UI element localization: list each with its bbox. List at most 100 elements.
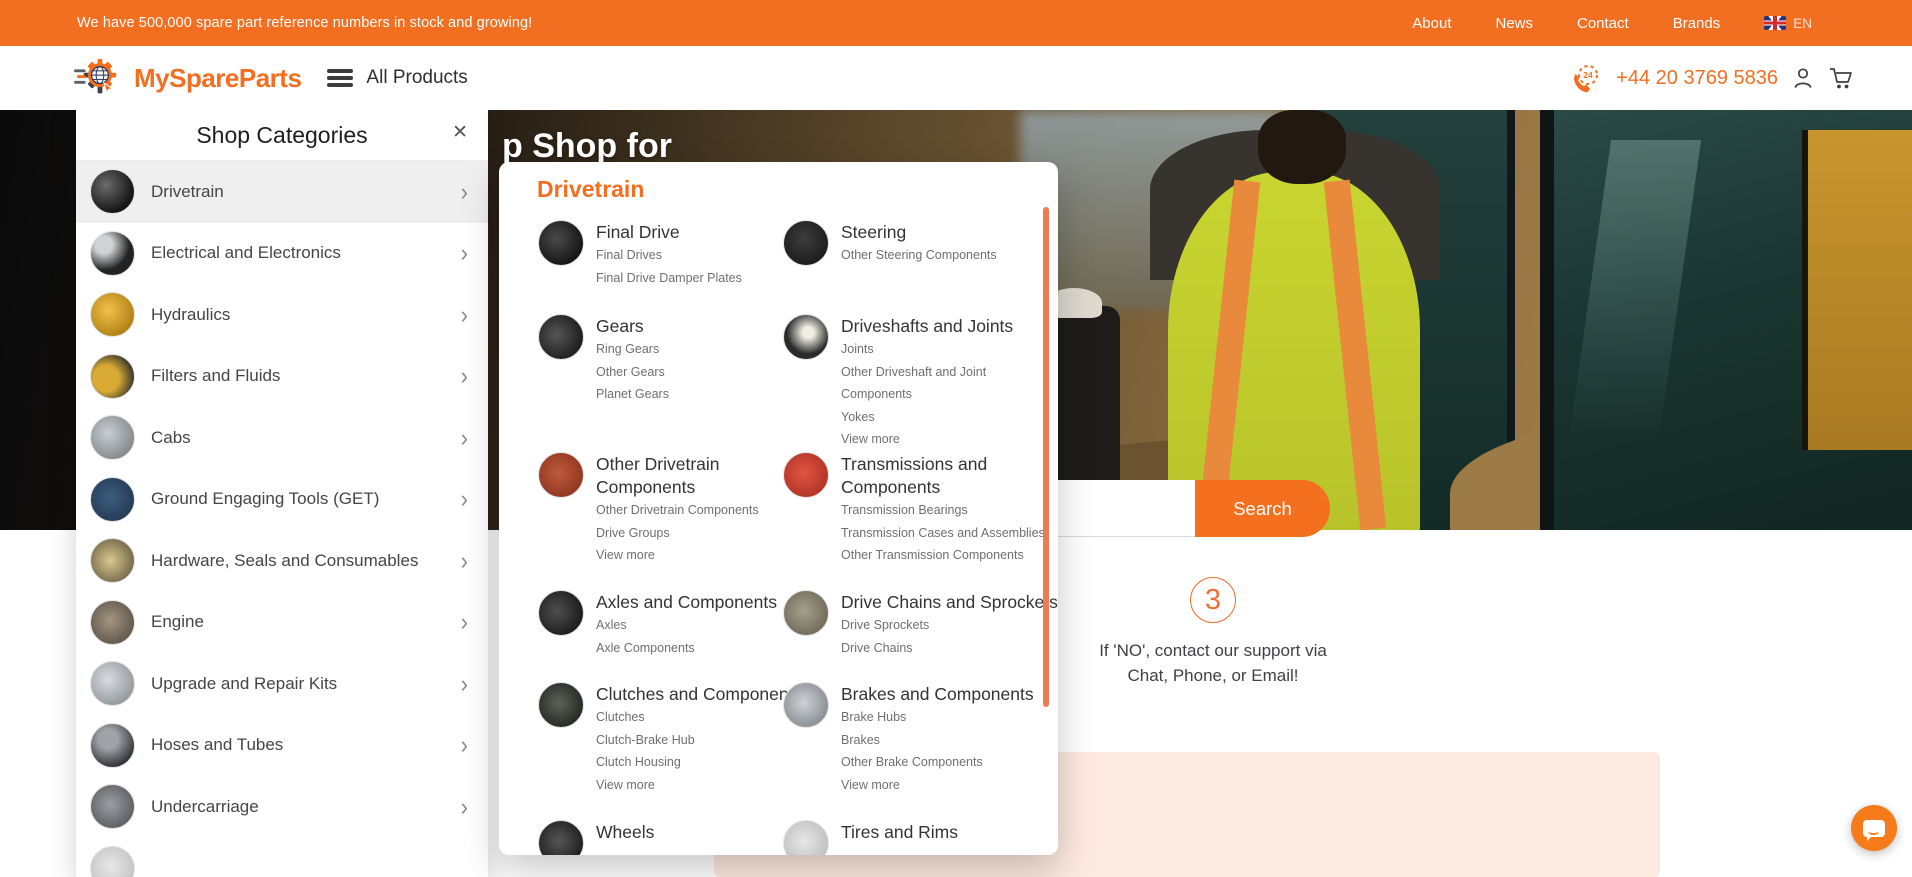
sidebar-item-ground-engaging-tools[interactable]: Ground Engaging Tools (GET) › — [76, 469, 488, 531]
account-icon[interactable] — [1791, 66, 1815, 90]
group-axles-and-components[interactable]: Axles and Components Axles Axle Componen… — [538, 590, 777, 659]
announcement-bar: We have 500,000 spare part reference num… — [0, 0, 1912, 46]
subcategory-link[interactable]: Final Drive Damper Plates — [596, 267, 742, 290]
hero-worker-head — [1258, 110, 1346, 184]
flyout-title: Drivetrain — [537, 176, 645, 202]
subcategory-link[interactable]: Transmission Bearings — [841, 499, 1045, 522]
subcategory-link[interactable]: Brakes — [841, 729, 1034, 752]
sidebar-item-partial[interactable] — [76, 838, 488, 877]
clutches-thumb-icon — [538, 682, 584, 728]
group-title[interactable]: Drive Chains and Sprockets — [841, 591, 1058, 614]
language-selector[interactable]: EN — [1764, 16, 1812, 31]
nav-link-contact[interactable]: Contact — [1577, 15, 1629, 32]
group-wheels[interactable]: Wheels — [538, 820, 654, 855]
group-title[interactable]: Final Drive — [596, 221, 742, 244]
subcategory-link[interactable]: Clutch Housing — [596, 751, 802, 774]
group-title[interactable]: Driveshafts and Joints — [841, 315, 1058, 338]
subcategory-link[interactable]: Other Transmission Components — [841, 544, 1045, 567]
subcategory-link[interactable]: Other Drivetrain Components — [596, 499, 771, 522]
view-more-link[interactable]: View more — [596, 544, 771, 567]
subcategory-link[interactable]: Axle Components — [596, 637, 777, 660]
subcategory-link[interactable]: Clutch-Brake Hub — [596, 729, 802, 752]
group-steering[interactable]: Steering Other Steering Components — [783, 220, 997, 267]
sidebar-item-undercarriage[interactable]: Undercarriage › — [76, 776, 488, 838]
sidebar-item-label: Electrical and Electronics — [151, 243, 341, 263]
hamburger-menu-icon[interactable] — [327, 69, 354, 87]
shop-categories-header: Shop Categories ✕ — [76, 110, 488, 161]
view-more-link[interactable]: View more — [841, 774, 1034, 797]
group-title[interactable]: Clutches and Components — [596, 683, 802, 706]
phone-number[interactable]: +44 20 3769 5836 — [1616, 67, 1778, 90]
subcategory-link[interactable]: Yokes — [841, 406, 1058, 429]
subcategory-link[interactable]: Final Drives — [596, 244, 742, 267]
group-title[interactable]: Gears — [596, 315, 669, 338]
group-title[interactable]: Tires and Rims — [841, 821, 958, 844]
hero-excavator-body — [1802, 130, 1912, 450]
subcategory-link[interactable]: Other Brake Components — [841, 751, 1034, 774]
subcategory-link[interactable]: Other Steering Components — [841, 244, 997, 267]
group-title[interactable]: Steering — [841, 221, 997, 244]
sidebar-item-hydraulics[interactable]: Hydraulics › — [76, 284, 488, 346]
nav-link-about[interactable]: About — [1412, 15, 1451, 32]
sidebar-item-engine[interactable]: Engine › — [76, 592, 488, 654]
subcategory-link[interactable]: Joints — [841, 338, 1058, 361]
sidebar-item-label: Filters and Fluids — [151, 366, 281, 386]
group-title[interactable]: Axles and Components — [596, 591, 777, 614]
group-clutches-and-components[interactable]: Clutches and Components Clutches Clutch-… — [538, 682, 802, 796]
subcategory-link[interactable]: Ring Gears — [596, 338, 669, 361]
group-drive-chains-and-sprockets[interactable]: Drive Chains and Sprockets Drive Sprocke… — [783, 590, 1058, 659]
tires-thumb-icon — [783, 820, 829, 855]
search-button[interactable]: Search — [1195, 480, 1330, 537]
sidebar-item-filters-and-fluids[interactable]: Filters and Fluids › — [76, 346, 488, 408]
flyout-scrollbar[interactable] — [1043, 207, 1049, 707]
subcategory-link[interactable]: Drive Sprockets — [841, 614, 1058, 637]
chat-widget-button[interactable] — [1851, 805, 1897, 851]
group-driveshafts-and-joints[interactable]: Driveshafts and Joints Joints Other Driv… — [783, 314, 1058, 451]
all-products-menu[interactable]: All Products — [366, 67, 467, 89]
subcategory-link[interactable]: Clutches — [596, 706, 802, 729]
view-more-link[interactable]: View more — [841, 428, 1058, 451]
sidebar-item-hoses-and-tubes[interactable]: Hoses and Tubes › — [76, 715, 488, 777]
partial-thumb-icon — [90, 845, 135, 877]
group-title[interactable]: Transmissions and Components — [841, 453, 1016, 499]
subcategory-link[interactable]: Axles — [596, 614, 777, 637]
subcategory-link[interactable]: Brake Hubs — [841, 706, 1034, 729]
sidebar-item-drivetrain[interactable]: Drivetrain › — [76, 161, 488, 223]
sidebar-item-electrical-and-electronics[interactable]: Electrical and Electronics › — [76, 223, 488, 285]
group-brakes-and-components[interactable]: Brakes and Components Brake Hubs Brakes … — [783, 682, 1034, 796]
group-tires-and-rims[interactable]: Tires and Rims — [783, 820, 958, 855]
group-gears[interactable]: Gears Ring Gears Other Gears Planet Gear… — [538, 314, 669, 406]
hoses-thumb-icon — [90, 722, 135, 768]
gear-globe-logo-icon — [74, 58, 117, 96]
subcategory-link[interactable]: Other Gears — [596, 361, 669, 384]
drive-chains-thumb-icon — [783, 590, 829, 636]
close-icon[interactable]: ✕ — [452, 123, 468, 142]
sidebar-item-upgrade-and-repair-kits[interactable]: Upgrade and Repair Kits › — [76, 653, 488, 715]
group-transmissions-and-components[interactable]: Transmissions and Components Transmissio… — [783, 452, 1045, 567]
subcategory-link[interactable]: Drive Groups — [596, 522, 771, 545]
group-title[interactable]: Wheels — [596, 821, 654, 844]
svg-text:24: 24 — [1583, 70, 1593, 80]
group-final-drive[interactable]: Final Drive Final Drives Final Drive Dam… — [538, 220, 742, 289]
view-more-link[interactable]: View more — [596, 774, 802, 797]
undercarriage-thumb-icon — [90, 784, 135, 830]
subcategory-link[interactable]: Planet Gears — [596, 383, 669, 406]
subcategory-link[interactable]: Transmission Cases and Assemblies — [841, 522, 1045, 545]
subcategory-link[interactable]: Other Driveshaft and Joint Components — [841, 361, 1058, 406]
sidebar-item-label: Engine — [151, 612, 204, 632]
group-title[interactable]: Other Drivetrain Components — [596, 453, 771, 499]
group-other-drivetrain-components[interactable]: Other Drivetrain Components Other Drivet… — [538, 452, 771, 567]
shop-categories-panel: Shop Categories ✕ Drivetrain › Electrica… — [76, 110, 488, 877]
chat-bubble-icon — [1863, 819, 1885, 841]
subcategory-link[interactable]: Drive Chains — [841, 637, 1058, 660]
chevron-right-icon: › — [460, 361, 468, 391]
nav-link-brands[interactable]: Brands — [1673, 15, 1721, 32]
sidebar-item-hardware-seals-consumables[interactable]: Hardware, Seals and Consumables › — [76, 530, 488, 592]
group-title[interactable]: Brakes and Components — [841, 683, 1034, 706]
sidebar-item-label: Ground Engaging Tools (GET) — [151, 489, 380, 509]
brand-logo[interactable]: MySpareParts — [73, 55, 302, 101]
sidebar-item-cabs[interactable]: Cabs › — [76, 407, 488, 469]
cart-icon[interactable] — [1828, 66, 1854, 90]
nav-link-news[interactable]: News — [1495, 15, 1533, 32]
sidebar-item-label: Drivetrain — [151, 181, 224, 201]
